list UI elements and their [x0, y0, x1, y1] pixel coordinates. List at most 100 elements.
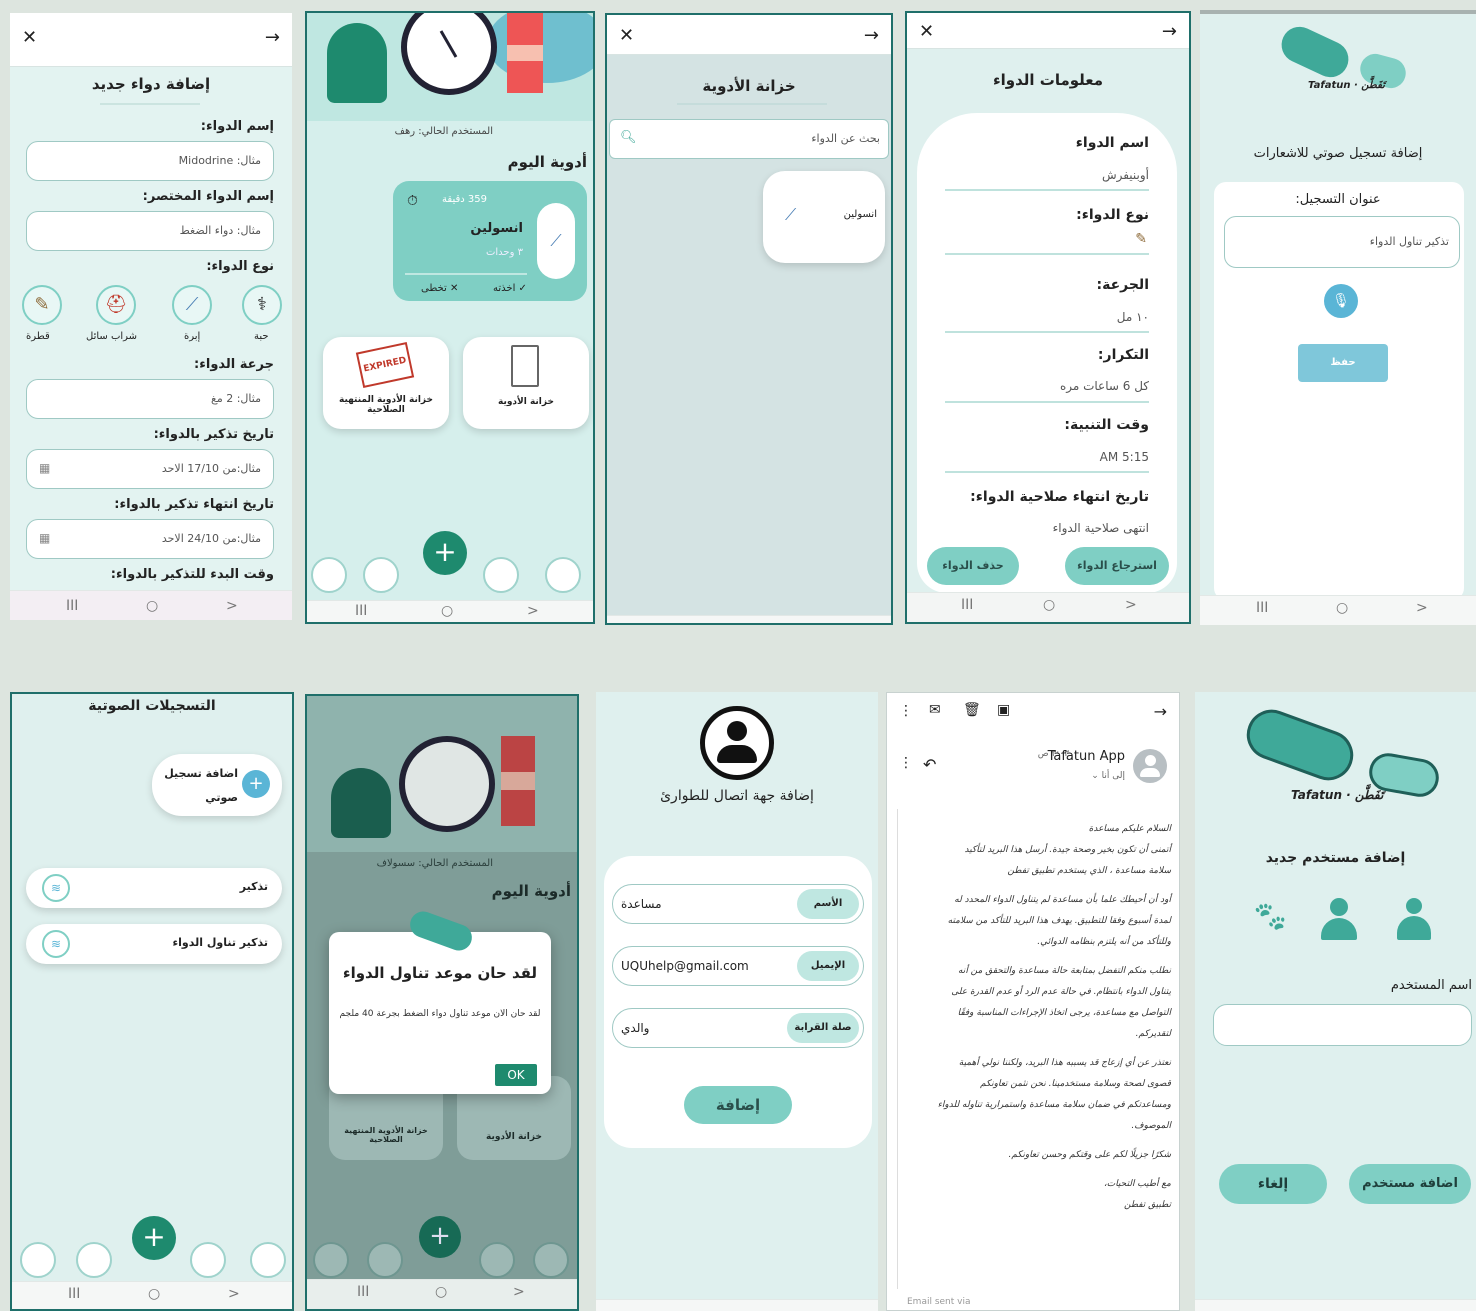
expired-cabinet-card[interactable]: EXPIRED خزانة الأدوية المنتهية الصلاحية [323, 337, 449, 429]
email-line: سلامة مساعدة ، الذي يستخدم تطبيق تفطن [1007, 866, 1171, 876]
drops-type-icon[interactable]: ✎ [22, 285, 62, 325]
close-icon[interactable]: ✕ [919, 21, 934, 42]
syringe-type-icon[interactable]: ⟋ [172, 285, 212, 325]
taken-button[interactable]: ✓ اخذته [493, 283, 527, 294]
home-button[interactable]: ○ [146, 598, 158, 614]
home-button[interactable]: ○ [148, 1286, 160, 1302]
back-button[interactable]: > [1125, 597, 1137, 613]
dose-input[interactable]: مثال: 2 مغ [26, 379, 274, 419]
medicine-name: انسولين [470, 221, 523, 236]
waveform-icon[interactable]: ≋ [42, 930, 70, 958]
mail-icon[interactable]: ✉ [929, 702, 941, 718]
more-vert-icon[interactable]: ⋮ [899, 755, 913, 771]
contact-name-input[interactable]: مساعدة الأسم [612, 884, 864, 924]
close-icon[interactable]: ✕ [22, 27, 37, 48]
short-name-input[interactable]: مثال: دواء الضغط [26, 211, 274, 251]
archive-icon[interactable]: ▣ [997, 702, 1010, 718]
back-button[interactable]: > [527, 603, 539, 619]
start-date-input[interactable]: ▦ مثال:من 17/10 الاحد [26, 449, 274, 489]
cancel-button[interactable]: إلغاء [1219, 1164, 1327, 1204]
back-button[interactable]: > [226, 598, 238, 614]
child-user-icon[interactable] [1397, 898, 1431, 940]
arrow-forward-icon[interactable]: → [265, 27, 280, 48]
profile-nav-icon[interactable] [20, 1242, 56, 1278]
reply-icon[interactable]: ↶ [923, 755, 936, 774]
contact-relation-input[interactable]: والدي صلة القرابة [612, 1008, 864, 1048]
home-nav-icon[interactable] [250, 1242, 286, 1278]
scan-nav-icon[interactable] [479, 1242, 515, 1278]
screen-add-user: Tafatun · تَفَطَّن إضافة مستخدم جديد 🐾︎ … [1195, 692, 1476, 1311]
add-fab-button[interactable]: + [423, 531, 467, 575]
back-button[interactable]: > [228, 1286, 240, 1302]
ok-button[interactable]: OK [495, 1064, 537, 1086]
arrow-forward-icon[interactable]: → [1154, 702, 1167, 721]
home-button[interactable]: ○ [441, 603, 453, 619]
search-placeholder: بحث عن الدواء [811, 132, 880, 145]
short-name-placeholder: مثال: دواء الضغط [179, 224, 261, 237]
scan-nav-icon[interactable] [483, 557, 519, 593]
add-contact-button[interactable]: إضافة [684, 1086, 792, 1124]
back-button[interactable]: > [513, 1284, 525, 1300]
profile-nav-icon[interactable] [313, 1242, 349, 1278]
home-nav-icon[interactable] [545, 557, 581, 593]
search-input[interactable]: 🔍︎ بحث عن الدواء [609, 119, 889, 159]
cabinet-card[interactable]: خزانة الأدوية [463, 337, 589, 429]
recent-apps-button[interactable]: III [961, 597, 973, 613]
recent-apps-button[interactable]: III [68, 1286, 80, 1302]
contact-relation-value: والدي [621, 1021, 650, 1035]
recording-item[interactable]: ≋ تذكير [26, 868, 282, 908]
add-user-button[interactable]: اضافة مستخدم [1349, 1164, 1471, 1204]
email-line: نطلب منكم التفضل بمتابعة حالة مساعدة وال… [957, 966, 1171, 976]
page-title: إضافة دواء جديد [91, 75, 211, 93]
home-button[interactable]: ○ [1336, 600, 1348, 616]
expired-cabinet-label: خزانة الأدوية المنتهية الصلاحية [344, 1126, 428, 1144]
home-button[interactable]: ○ [1043, 597, 1055, 613]
arrow-forward-icon[interactable]: → [1162, 21, 1177, 42]
medicine-item[interactable]: ⟋ انسولين [763, 171, 885, 263]
syrup-type-icon[interactable]: ⛑ [96, 285, 136, 325]
arrow-forward-icon[interactable]: → [864, 25, 879, 46]
adult-user-icon[interactable] [1321, 898, 1357, 940]
recent-apps-button[interactable]: III [66, 598, 78, 614]
recent-apps-button[interactable]: III [357, 1284, 369, 1300]
delete-medicine-button[interactable]: حذف الدواء [927, 547, 1019, 585]
waveform-icon[interactable]: ≋ [42, 874, 70, 902]
robot-nav-icon[interactable] [363, 557, 399, 593]
medicine-name-input[interactable]: مثال: Midodrine [26, 141, 274, 181]
more-vert-icon[interactable]: ⋮ [899, 703, 913, 719]
home-nav-icon[interactable] [533, 1242, 569, 1278]
recent-apps-button[interactable]: III [355, 603, 367, 619]
microphone-icon[interactable]: 🎙︎ [1324, 284, 1358, 318]
recording-item[interactable]: ≋ تذكير تناول الدواء [26, 924, 282, 964]
scan-nav-icon[interactable] [190, 1242, 226, 1278]
end-date-input[interactable]: ▦ مثال:من 24/10 الاحد [26, 519, 274, 559]
medicine-name: انسولين [843, 209, 877, 220]
contact-email-input[interactable]: UQUhelp@gmail.com الإيميل [612, 946, 864, 986]
robot-nav-icon[interactable] [76, 1242, 112, 1278]
trash-icon[interactable]: 🗑︎ [963, 702, 981, 718]
profile-nav-icon[interactable] [311, 557, 347, 593]
recent-apps-button[interactable]: III [1256, 600, 1268, 616]
pill-type-icon[interactable]: ⚕ [242, 285, 282, 325]
add-fab-button[interactable]: + [419, 1216, 461, 1258]
page-title: إضافة تسجيل صوتي للاشعارات [1253, 146, 1423, 161]
pet-paw-icon[interactable]: 🐾︎ [1251, 900, 1289, 935]
medicine-card[interactable]: ⟋ ⏱ 359 دقيقة انسولين ٣ وحدات ✓ اخذته ✕ … [393, 181, 587, 301]
type-pill-label: حبة [254, 331, 269, 342]
restore-medicine-button[interactable]: استرجاع الدواء [1065, 547, 1169, 585]
add-fab-button[interactable]: + [132, 1216, 176, 1260]
close-icon[interactable]: ✕ [619, 25, 634, 46]
alert-time-value: AM 5:15 [1099, 450, 1149, 464]
start-time-label: وقت البدء للتذكير بالدواء: [110, 567, 274, 582]
add-recording-button[interactable]: + اضافة تسجيل صوتي [152, 754, 282, 816]
username-input[interactable] [1213, 1004, 1472, 1046]
save-button[interactable]: حفظ [1298, 344, 1388, 382]
robot-nav-icon[interactable] [367, 1242, 403, 1278]
back-button[interactable]: > [1416, 600, 1428, 616]
home-button[interactable]: ○ [435, 1284, 447, 1300]
username-label: اسم المستخدم [1390, 978, 1472, 993]
add-recording-label: اضافة تسجيل صوتي [164, 767, 238, 804]
recording-title-input[interactable]: تذكير تناول الدواء [1224, 216, 1460, 268]
skip-button[interactable]: ✕ تخطى [421, 283, 458, 294]
email-line: قصوى لصحة وسلامة مستخدمينا. نحن نثمن تعا… [980, 1079, 1171, 1089]
